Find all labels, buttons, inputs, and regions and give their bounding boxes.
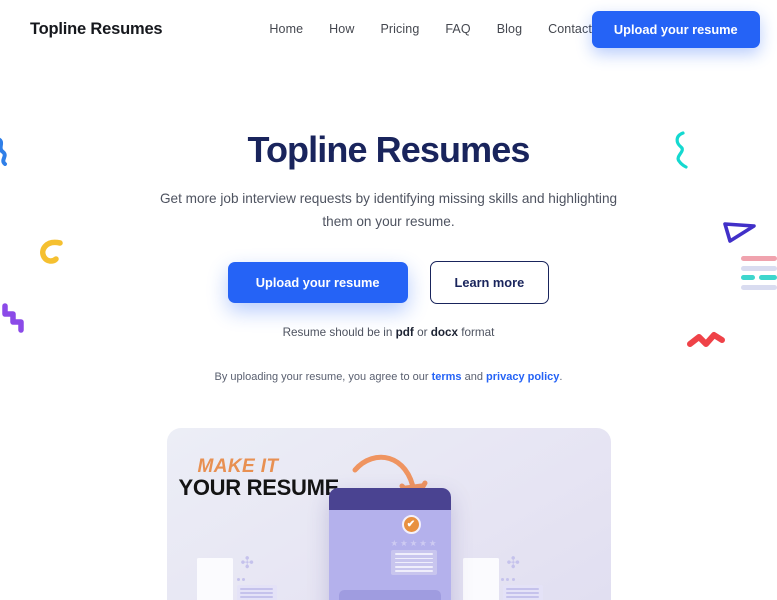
main-navigation: Home How Pricing FAQ Blog Contact [269,22,592,36]
nav-link-blog[interactable]: Blog [497,22,522,36]
terms-note-middle: and [461,371,487,384]
nav-link-contact[interactable]: Contact [548,22,592,36]
format-note-suffix: format [458,326,495,340]
format-docx: docx [430,326,458,340]
star-icon: ★ [390,538,399,549]
resume-format-note: Resume should be in pdf or docx format [0,326,777,339]
nav-link-how[interactable]: How [329,22,354,36]
hero-subtitle: Get more job interview requests by ident… [159,190,618,229]
side-resume-card-left: ✣ [193,556,301,600]
hero-cta-group: Upload your resume Learn more [0,261,777,305]
hero-learn-more-button[interactable]: Learn more [429,261,550,305]
hero-upload-resume-button[interactable]: Upload your resume [227,262,408,304]
format-note-middle: or [413,326,431,340]
brand-logo[interactable]: Topline Resumes [30,20,163,39]
hero-section: Topline Resumes Get more job interview r… [0,58,777,383]
star-icon: ★ [419,538,427,549]
terms-agreement-note: By uploading your resume, you agree to o… [0,371,777,383]
resume-card-header [328,488,451,511]
terms-link[interactable]: terms [432,371,462,383]
nav-link-pricing[interactable]: Pricing [380,22,419,36]
page-title: Topline Resumes [247,129,531,170]
side-resume-card-right: ✣ [459,556,567,600]
resume-section-block [338,590,441,600]
rating-stars: ★ ★ ★ ★ ★ [391,538,437,549]
hero-illustration: MAKE IT YOUR RESUME ✣ ✣ ✔ ★ ★ ★ ★ ★ [166,428,611,600]
privacy-policy-link[interactable]: privacy policy [486,371,559,383]
check-badge-icon: ✔ [401,515,421,535]
nav-link-home[interactable]: Home [269,22,303,36]
navbar-upload-resume-button[interactable]: Upload your resume [591,10,760,48]
illustration-headline-bottom: YOUR RESUME [178,475,340,501]
resume-summary-block [390,550,437,575]
star-icon: ★ [428,538,437,549]
star-icon: ★ [400,538,408,549]
terms-note-suffix: . [559,371,563,384]
terms-note-prefix: By uploading your resume, you agree to o… [214,371,432,384]
nav-link-faq[interactable]: FAQ [445,22,470,36]
star-icon: ★ [409,538,418,549]
main-resume-card: ✔ ★ ★ ★ ★ ★ [328,488,451,600]
format-pdf: pdf [395,326,414,340]
navbar: Topline Resumes Home How Pricing FAQ Blo… [0,0,777,58]
format-note-prefix: Resume should be in [282,326,396,340]
